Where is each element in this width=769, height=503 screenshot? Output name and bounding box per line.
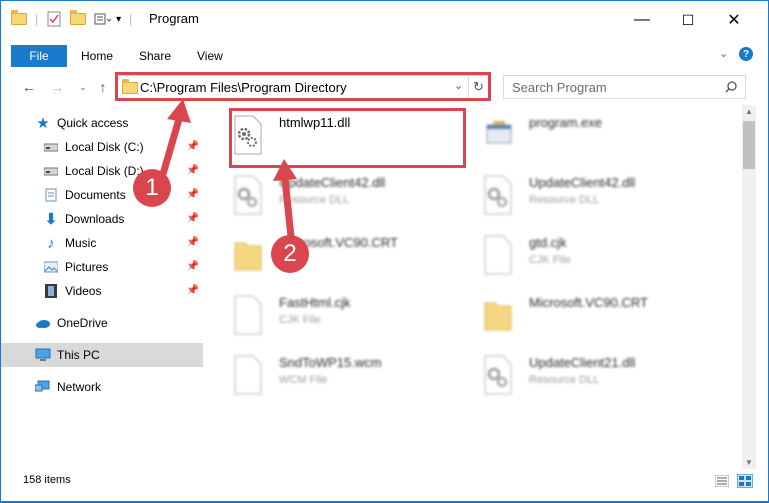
status-bar: 158 items: [1, 469, 768, 493]
large-icons-view-icon[interactable]: [737, 474, 753, 488]
arrow-2: [273, 159, 297, 241]
step-1-badge: 1: [133, 169, 171, 207]
details-view-icon[interactable]: [715, 475, 729, 487]
arrow-1: [157, 99, 191, 185]
explorer-window: | ▾ | Program — ☐ ✕ File Home Share View…: [0, 0, 769, 502]
item-count: 158 items: [23, 474, 71, 486]
annotation-arrows: [157, 99, 297, 241]
step-2-badge: 2: [271, 235, 309, 273]
